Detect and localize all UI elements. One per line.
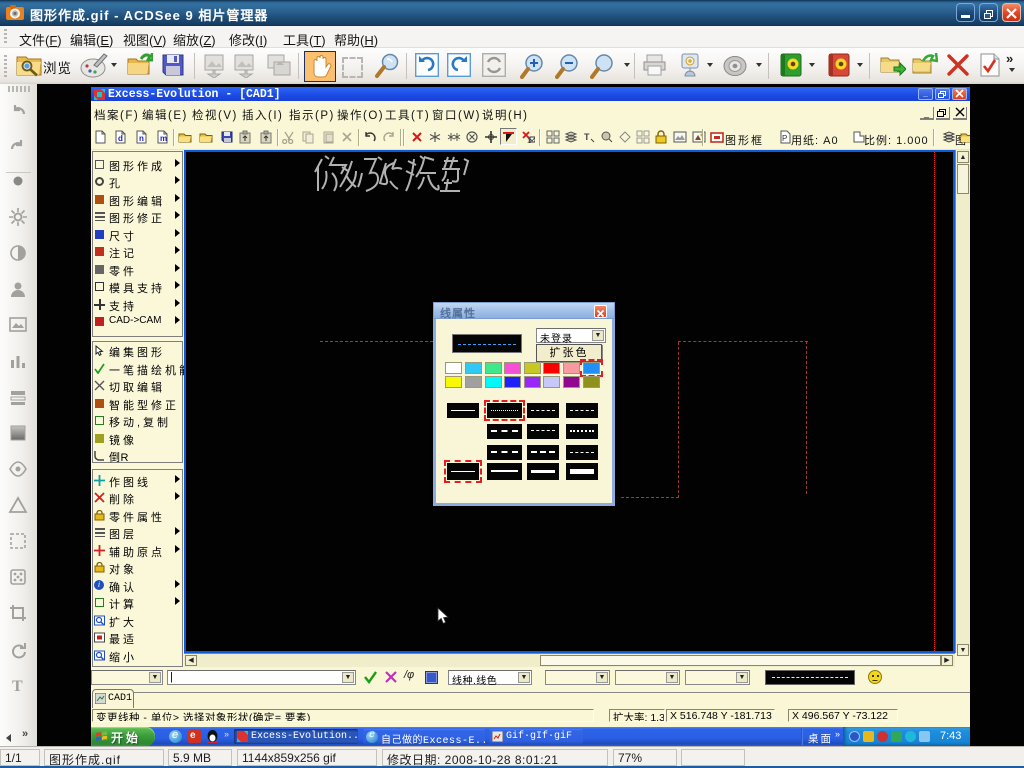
svg-text:T: T: [12, 678, 23, 695]
svg-text:n: n: [139, 134, 144, 143]
svg-text:T: T: [584, 132, 590, 142]
svg-text:d: d: [118, 134, 123, 143]
svg-text:P: P: [782, 134, 787, 143]
svg-text:m: m: [160, 134, 167, 143]
